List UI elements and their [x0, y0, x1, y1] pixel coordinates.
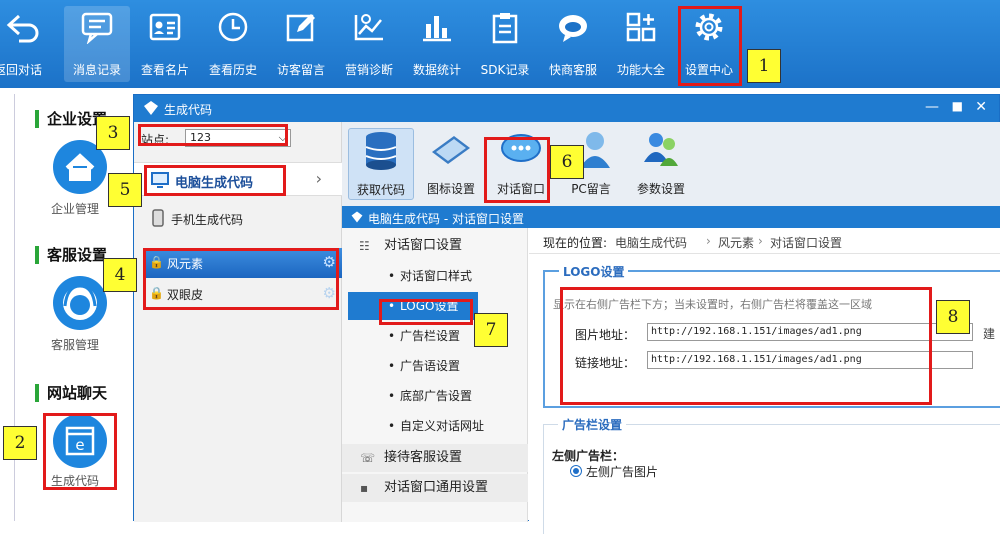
service-face-icon[interactable] — [53, 276, 107, 330]
bar-chart-icon — [423, 16, 451, 42]
chart-line-icon — [354, 14, 383, 41]
breadcrumb-item[interactable]: 电脑生成代码 — [615, 234, 687, 251]
edit-icon — [286, 14, 315, 42]
left-ad-radio[interactable] — [570, 465, 582, 477]
tool-strip: 获取代码 图标设置 对话窗口 PC留言 参数设置 — [342, 122, 1000, 206]
ad-bar-settings-group: 广告栏设置 左侧广告栏： 左侧广告图片 — [543, 416, 1000, 534]
callout-number: 6 — [550, 145, 584, 179]
toolbar-view-card[interactable]: 查看名片 — [132, 6, 198, 82]
menu-header-reception-settings[interactable]: ☏ 接待客服设置 — [342, 444, 528, 472]
phone-icon: ☏ — [360, 451, 376, 465]
callout-number: 2 — [3, 426, 37, 460]
clipboard-icon — [492, 13, 518, 44]
nav-mobile-generate-code[interactable]: 手机生成代码 — [134, 198, 342, 238]
settings-menu: ☷ 对话窗口设置 • 对话窗口样式 • LOGO设置 • 广告栏设置 • 广告语设置 •… — [342, 228, 528, 522]
annotation-box-generate-code — [43, 413, 117, 490]
annotation-box-logo-menu — [379, 299, 473, 325]
subpanel-titlebar: 电脑生成代码 - 对话窗口设置 — [342, 206, 1000, 228]
app-logo-icon — [144, 101, 158, 115]
menu-item-bottom-ad-settings[interactable]: • 底部广告设置 — [342, 382, 528, 410]
dialog-titlebar: 生成代码 — ■ ✕ — [134, 95, 999, 122]
chat-bubble-icon — [81, 12, 113, 44]
callout-number: 8 — [936, 300, 970, 334]
database-icon — [365, 132, 397, 170]
chevron-right-icon: › — [315, 169, 322, 188]
tool-param-settings[interactable]: 参数设置 — [628, 128, 694, 200]
toolbar-data-stats[interactable]: 数据统计 — [404, 6, 470, 82]
annotation-box-site — [138, 124, 288, 146]
menu-header-general-settings[interactable]: ▪ 对话窗口通用设置 — [342, 474, 528, 502]
sidebar-item-service-manage[interactable]: 客服管理 — [25, 336, 125, 353]
menu-item-chat-style[interactable]: • 对话窗口样式 — [342, 262, 528, 290]
id-card-icon — [149, 13, 181, 41]
toolbar-view-history[interactable]: 查看历史 — [200, 6, 266, 82]
toolbar-message-history[interactable]: 消息记录 — [64, 6, 130, 82]
tool-icon-settings[interactable]: 图标设置 — [418, 128, 484, 200]
callout-number: 4 — [103, 258, 137, 292]
close-button[interactable]: ✕ — [975, 99, 987, 115]
annotation-box-pc-code — [144, 165, 286, 196]
annotation-box-settings-center — [678, 6, 742, 86]
list-icon: ☷ — [359, 239, 370, 253]
toolbar-marketing-diagnosis[interactable]: 营销诊断 — [336, 6, 402, 82]
tablet-icon — [432, 136, 470, 164]
bubble-face-icon — [559, 15, 587, 42]
chat-icon: ▪ — [360, 481, 369, 495]
callout-number: 5 — [108, 173, 142, 207]
dialog-title: 生成代码 — [164, 103, 213, 117]
section-title-web-chat: 网站聊天 — [35, 384, 107, 402]
toolbar-feature-list[interactable]: 功能大全 — [608, 6, 674, 82]
main-toolbar: 返回对话 消息记录 查看名片 查看历史 访客留言 营销诊断 数据统计 SDK记录… — [0, 0, 1000, 88]
annotation-box-logo-settings — [560, 287, 932, 405]
menu-header-chat-window-settings[interactable]: ☷ 对话窗口设置 — [342, 232, 528, 260]
clock-icon — [218, 12, 248, 42]
breadcrumb-item[interactable]: 风元素 — [718, 234, 754, 251]
menu-item-custom-chat-url[interactable]: • 自定义对话网址 — [342, 412, 528, 440]
callout-number: 7 — [474, 313, 508, 347]
back-arrow-icon — [6, 14, 39, 43]
toolbar-sdk-records[interactable]: SDK记录 — [472, 6, 538, 82]
toolbar-kuaishang-service[interactable]: 快商客服 — [540, 6, 606, 82]
tool-get-code[interactable]: 获取代码 — [348, 128, 414, 200]
menu-item-ad-slogan-settings[interactable]: • 广告语设置 — [342, 352, 528, 380]
toolbar-back-chat[interactable]: 返回对话 — [0, 6, 56, 82]
callout-number: 1 — [747, 49, 781, 83]
mobile-icon — [152, 209, 164, 227]
callout-number: 3 — [96, 116, 130, 150]
annotation-box-chat-window — [484, 137, 550, 203]
section-title-service: 客服设置 — [35, 246, 107, 264]
toolbar-visitor-messages[interactable]: 访客留言 — [268, 6, 334, 82]
breadcrumb-item: 对话窗口设置 — [770, 236, 843, 250]
app-logo-icon — [351, 211, 363, 223]
users-settings-icon — [644, 133, 678, 166]
breadcrumb: 现在的位置: 电脑生成代码 › 风元素 › 对话窗口设置 — [529, 228, 1000, 254]
maximize-button[interactable]: ■ — [952, 99, 963, 113]
annotation-box-elements — [143, 248, 339, 310]
minimize-button[interactable]: — — [925, 99, 939, 115]
grid-plus-icon — [626, 12, 656, 42]
